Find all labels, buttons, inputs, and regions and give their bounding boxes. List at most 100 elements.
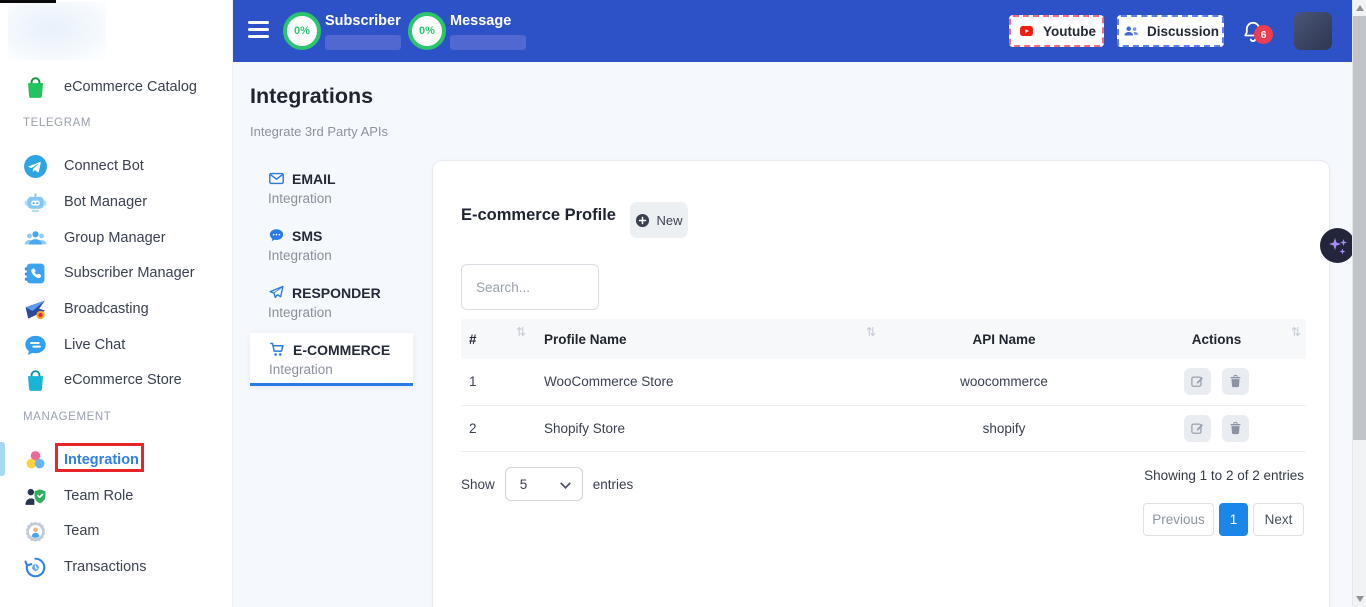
next-page-button[interactable]: Next <box>1253 503 1304 536</box>
users-group-icon <box>23 226 48 251</box>
sparkles-icon <box>1326 234 1350 258</box>
sidebar-item-label: Connect Bot <box>64 158 144 174</box>
sidebar-section-telegram: TELEGRAM <box>23 117 91 129</box>
shopping-bag-cyan-icon <box>23 368 48 393</box>
discussion-button-label: Discussion <box>1147 24 1219 39</box>
discussion-button[interactable]: Discussion <box>1117 15 1224 47</box>
new-profile-button[interactable]: New <box>630 202 688 238</box>
sidebar-item-label: Transactions <box>64 559 146 575</box>
scroll-down-arrow[interactable] <box>1356 596 1364 602</box>
app-logo <box>8 2 106 60</box>
pagination: Previous 1 Next <box>1143 503 1304 536</box>
profile-name-cell: Shopify Store <box>531 405 881 451</box>
sidebar-item-transactions[interactable]: Transactions <box>0 552 233 582</box>
sidebar-item-broadcasting[interactable]: Broadcasting <box>0 294 233 324</box>
entries-label: entries <box>593 477 634 492</box>
paper-plane-icon <box>268 284 285 301</box>
edit-button[interactable] <box>1184 415 1211 442</box>
sidebar-item-bot-manager[interactable]: Bot Manager <box>0 187 233 217</box>
active-item-indicator <box>0 442 5 476</box>
panel-title: E-commerce Profile <box>461 206 616 225</box>
contact-book-icon <box>23 261 48 286</box>
notification-count-badge: 6 <box>1254 25 1273 44</box>
scrollbar-thumb[interactable] <box>1353 16 1366 440</box>
edit-icon <box>1190 421 1205 436</box>
page-subtitle: Integrate 3rd Party APIs <box>250 124 388 139</box>
column-header-number[interactable]: #⇅ <box>461 319 531 359</box>
api-name-cell: shopify <box>881 405 1127 451</box>
subscriber-stat-value-redacted <box>325 35 401 50</box>
column-header-profile-name[interactable]: Profile Name⇅ <box>531 319 881 359</box>
subnav-sms-subtitle: Integration <box>268 248 332 263</box>
trash-icon <box>1228 374 1243 389</box>
profiles-table: #⇅ Profile Name⇅ API Name Actions⇅ 1 Woo… <box>461 319 1306 452</box>
subnav-email-subtitle: Integration <box>268 191 336 206</box>
ai-assistant-button[interactable] <box>1320 228 1355 263</box>
subnav-responder[interactable]: RESPONDER Integration <box>268 284 381 320</box>
sidebar-item-ecommerce-catalog[interactable]: eCommerce Catalog <box>0 72 233 102</box>
youtube-icon <box>1017 24 1036 38</box>
table-row: 2 Shopify Store shopify <box>461 405 1306 451</box>
subscriber-stat-label: Subscriber <box>325 13 401 29</box>
column-header-api-name[interactable]: API Name <box>881 319 1127 359</box>
hamburger-menu-icon[interactable] <box>248 21 270 40</box>
sort-icon: ⇅ <box>866 325 876 339</box>
message-stat-label: Message <box>450 13 526 29</box>
sidebar-item-group-manager[interactable]: Group Manager <box>0 223 233 253</box>
new-button-label: New <box>656 213 682 228</box>
subnav-sms[interactable]: SMS Integration <box>268 227 332 263</box>
plus-circle-icon <box>635 213 650 228</box>
annotation-highlight-box <box>55 443 144 472</box>
subnav-ecommerce[interactable]: E-COMMERCE Integration <box>250 333 413 386</box>
subnav-responder-subtitle: Integration <box>268 305 381 320</box>
previous-page-button[interactable]: Previous <box>1143 503 1214 536</box>
user-avatar[interactable] <box>1294 12 1332 50</box>
message-progress-circle: 0% <box>408 12 446 50</box>
main-content: Integrations Integrate 3rd Party APIs EM… <box>233 62 1366 607</box>
sidebar-item-live-chat[interactable]: Live Chat <box>0 330 233 360</box>
telegram-icon <box>23 154 48 179</box>
sidebar-item-ecommerce-store[interactable]: eCommerce Store <box>0 365 233 395</box>
sidebar-item-label: Team <box>64 523 99 539</box>
sidebar-item-label: Group Manager <box>64 230 166 246</box>
current-page-button[interactable]: 1 <box>1219 503 1248 536</box>
page-size-select[interactable]: 5 <box>505 467 583 501</box>
sidebar-item-label: Subscriber Manager <box>64 265 195 281</box>
cart-icon <box>269 341 286 358</box>
subnav-ecommerce-title: E-COMMERCE <box>293 342 390 358</box>
subscriber-percent: 0% <box>294 25 310 37</box>
sidebar-item-label: eCommerce Store <box>64 372 182 388</box>
message-stat: Message <box>450 13 526 50</box>
subnav-email[interactable]: EMAIL Integration <box>268 170 336 206</box>
actions-cell <box>1127 405 1306 451</box>
sidebar-item-subscriber-manager[interactable]: Subscriber Manager <box>0 258 233 288</box>
sidebar-item-team-role[interactable]: Team Role <box>0 481 233 511</box>
column-header-actions[interactable]: Actions⇅ <box>1127 319 1306 359</box>
scroll-up-arrow[interactable] <box>1356 5 1364 11</box>
sidebar: eCommerce Catalog TELEGRAM Connect Bot B… <box>0 0 233 607</box>
vertical-scrollbar <box>1352 0 1366 607</box>
integration-circles-icon <box>23 448 48 473</box>
subnav-sms-title: SMS <box>292 228 322 244</box>
subnav-ecommerce-subtitle: Integration <box>269 362 413 377</box>
trash-icon <box>1228 421 1243 436</box>
shield-person-icon <box>23 484 48 509</box>
sidebar-item-team[interactable]: Team <box>0 516 233 546</box>
page-size-value: 5 <box>506 477 528 492</box>
topbar: 0% Subscriber 0% Message Youtube Discuss… <box>233 0 1366 62</box>
top-left-bar <box>0 0 56 3</box>
subnav-responder-title: RESPONDER <box>292 285 381 301</box>
edit-button[interactable] <box>1184 368 1211 395</box>
chevron-down-icon <box>560 478 571 489</box>
edit-icon <box>1190 374 1205 389</box>
delete-button[interactable] <box>1222 415 1249 442</box>
sidebar-section-management: MANAGEMENT <box>23 411 111 423</box>
delete-button[interactable] <box>1222 368 1249 395</box>
actions-cell <box>1127 359 1306 405</box>
search-input[interactable] <box>461 264 599 310</box>
sidebar-item-connect-bot[interactable]: Connect Bot <box>0 151 233 181</box>
shopping-bag-green-icon <box>23 75 48 100</box>
table-row: 1 WooCommerce Store woocommerce <box>461 359 1306 405</box>
showing-entries-text: Showing 1 to 2 of 2 entries <box>1144 468 1304 483</box>
youtube-button[interactable]: Youtube <box>1009 15 1104 47</box>
